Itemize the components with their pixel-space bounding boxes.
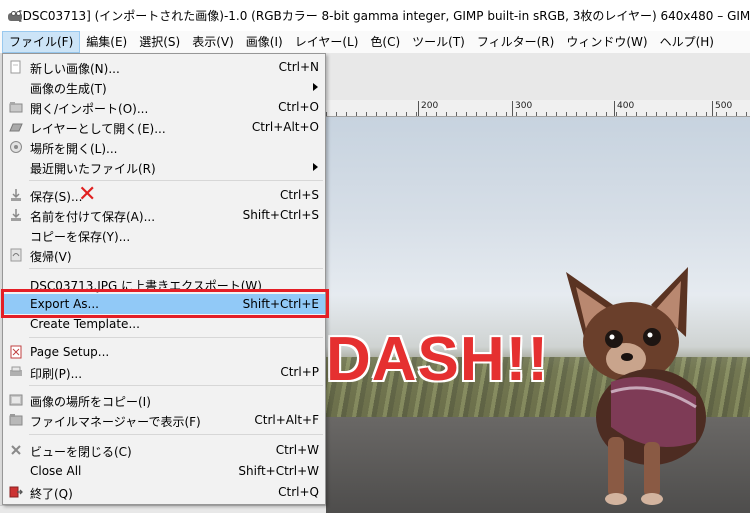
copy-location-icon [9,394,23,406]
new-image-icon [10,60,21,74]
menu-item-close-all[interactable]: Close All Shift+Ctrl+W [3,461,325,481]
open-location-icon [10,141,22,153]
open-icon [9,102,23,113]
menu-item-accel: Shift+Ctrl+S [242,208,319,222]
menu-item-label: レイヤーとして開く(E)... [30,122,166,136]
menu-item-accel: Ctrl+W [275,443,319,457]
menu-item-save[interactable]: 保存(S)... Ctrl+S [3,185,325,205]
dog-photo [566,267,706,505]
menu-item-label: 終了(Q) [30,487,73,501]
open-as-layers-icon [9,123,23,132]
image-canvas[interactable]: DASH!! [326,117,750,513]
menu-item-label: Page Setup... [30,345,110,359]
menu-separator [29,434,323,435]
ruler-ticks [326,112,750,116]
menu-item-accel: Ctrl+N [278,60,319,74]
menu-item-recent[interactable]: 最近開いたファイル(R) [3,157,325,177]
menu-item-accel: Shift+Ctrl+W [238,464,319,478]
menu-separator [29,337,323,338]
submenu-arrow-icon [313,83,318,91]
menu-item-label: ファイルマネージャーで表示(F) [30,415,201,429]
menu-item-label: 印刷(P)... [30,367,83,381]
menu-item-label: 復帰(V) [30,250,72,264]
menu-item-new[interactable]: 新しい画像(N)... Ctrl+N [3,57,325,77]
menu-item-label: Create Template... [30,317,140,331]
menu-separator [29,180,323,181]
title-bar: *[DSC03713] (インポートされた画像)-1.0 (RGBカラー 8-b… [0,0,750,31]
menu-tools[interactable]: ツール(T) [406,31,471,53]
menu-item-revert[interactable]: 復帰(V) [3,245,325,265]
menu-item-quit[interactable]: 終了(Q) Ctrl+Q [3,482,325,502]
menu-item-page-setup[interactable]: Page Setup... [3,342,325,362]
file-menu-dropdown: 新しい画像(N)... Ctrl+N 画像の生成(T) 開く/インポート(O).… [2,53,326,505]
page-setup-icon [10,345,22,359]
menu-item-label: 画像の場所をコピー(I) [30,395,151,409]
menu-item-close-view[interactable]: ビューを閉じる(C) Ctrl+W [3,440,325,460]
menu-item-create[interactable]: 画像の生成(T) [3,77,325,97]
menubar: ファイル(F) 編集(E) 選択(S) 表示(V) 画像(I) レイヤー(L) … [0,31,750,53]
menu-item-label: 画像の生成(T) [30,82,107,96]
close-view-icon [11,445,21,455]
save-icon [11,189,21,201]
menu-item-label: 最近開いたファイル(R) [30,162,156,176]
menu-view[interactable]: 表示(V) [186,31,240,53]
horizontal-ruler[interactable]: 200 300 400 500 [326,100,750,117]
menu-help[interactable]: ヘルプ(H) [654,31,720,53]
menu-item-file-manager[interactable]: ファイルマネージャーで表示(F) Ctrl+Alt+F [3,410,325,430]
print-icon [10,366,22,376]
menu-item-accel: Ctrl+Alt+F [254,413,319,427]
canvas-padding [326,53,750,100]
menu-colors[interactable]: 色(C) [364,31,406,53]
menu-item-accel: Ctrl+S [279,188,319,202]
menu-item-accel: Ctrl+O [278,100,319,114]
quit-icon [9,486,23,498]
menu-item-label: Close All [30,464,82,478]
menu-item-label: 開く/インポート(O)... [30,102,149,116]
menu-item-label: 場所を開く(L)... [30,142,118,156]
menu-filters[interactable]: フィルター(R) [471,31,560,53]
menu-item-label: 名前を付けて保存(A)... [30,210,156,224]
menu-separator [29,268,323,269]
menu-item-print[interactable]: 印刷(P)... Ctrl+P [3,362,325,382]
menu-item-accel: Ctrl+P [280,365,319,379]
menu-item-label: 新しい画像(N)... [30,62,120,76]
window-title: *[DSC03713] (インポートされた画像)-1.0 (RGBカラー 8-b… [12,9,750,23]
menu-item-label: コピーを保存(Y)... [30,230,131,244]
canvas-overlay-text: DASH!! [326,325,549,394]
menu-item-label: ビューを閉じる(C) [30,445,132,459]
menu-item-copy-location[interactable]: 画像の場所をコピー(I) [3,390,325,410]
cross-mark-icon: ✕ [78,182,97,207]
file-manager-icon [9,414,23,426]
menu-windows[interactable]: ウィンドウ(W) [560,31,653,53]
menu-image[interactable]: 画像(I) [240,31,289,53]
menu-layer[interactable]: レイヤー(L) [289,31,365,53]
menu-item-save-as[interactable]: 名前を付けて保存(A)... Shift+Ctrl+S [3,205,325,225]
menu-item-accel: Ctrl+Q [278,485,319,499]
menu-item-open-location[interactable]: 場所を開く(L)... [3,137,325,157]
menu-file[interactable]: ファイル(F) [2,31,81,53]
menu-select[interactable]: 選択(S) [133,31,186,53]
menu-item-open[interactable]: 開く/インポート(O)... Ctrl+O [3,97,325,117]
menu-item-accel: Ctrl+Alt+O [251,120,319,134]
submenu-arrow-icon [313,163,318,171]
menu-separator [29,385,323,386]
menu-item-label: 保存(S)... [30,190,83,204]
status-area [0,505,326,513]
menu-item-open-as-layers[interactable]: レイヤーとして開く(E)... Ctrl+Alt+O [3,117,325,137]
menu-item-save-copy[interactable]: コピーを保存(Y)... [3,225,325,245]
revert-icon [10,248,22,262]
export-as-highlight-box [1,289,329,318]
save-as-icon [11,209,21,221]
menu-edit[interactable]: 編集(E) [80,31,133,53]
